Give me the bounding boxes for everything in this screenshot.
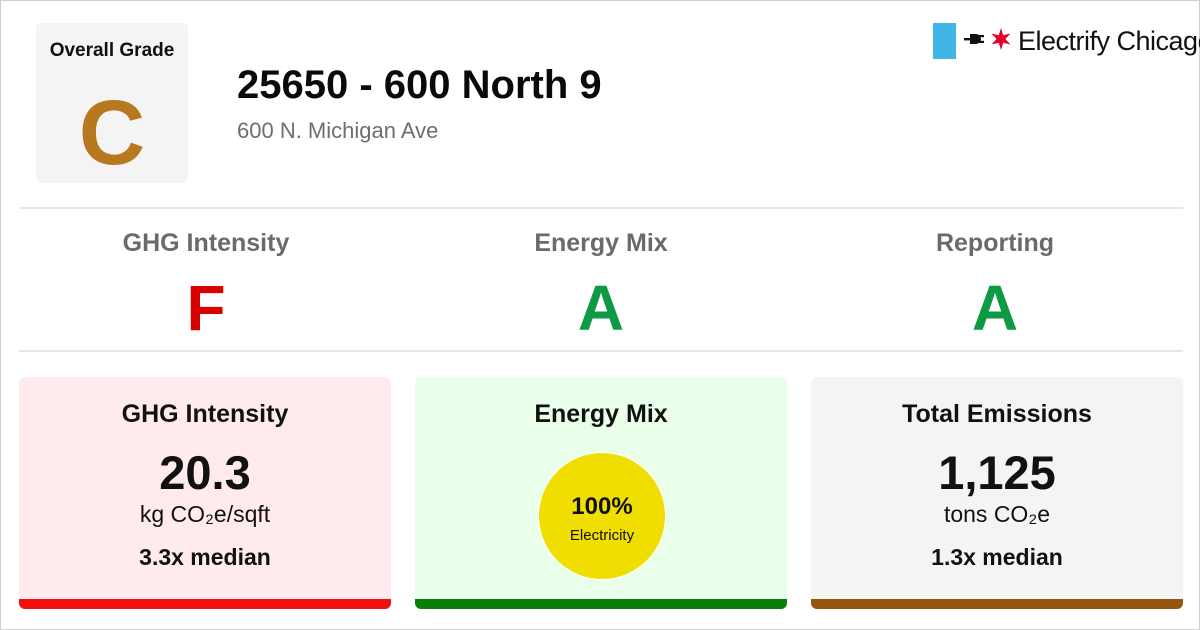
card-color-bar [19,599,391,609]
energy-mix-fuel: Electricity [569,527,635,544]
card-title: GHG Intensity [121,400,289,428]
subgrade-ghg-intensity: GHG Intensity F [9,226,403,344]
building-title: 25650 - 600 North 9 [237,63,602,107]
building-address: 600 N. Michigan Ave [237,118,439,143]
subgrade-letter: F [186,272,226,344]
ghg-intensity-median: 3.3x median [139,544,271,570]
total-emissions-value: 1,125 [938,446,1056,499]
subgrades-divider [19,350,1183,352]
logo-text: Electrify Chicago [1018,25,1200,56]
subgrade-label: Reporting [935,229,1055,257]
ghg-intensity-value: 20.3 [159,446,251,499]
plug-icon [964,31,986,52]
card-title: Total Emissions [902,400,1092,428]
energy-mix-percent: 100% [571,493,633,520]
card-color-bar [811,599,1183,609]
card-title: Energy Mix [534,400,668,428]
energy-mix-card: Energy Mix 100% Electricity [415,377,787,609]
subgrade-reporting: Reporting A [798,226,1192,344]
total-emissions-median: 1.3x median [931,544,1063,570]
flag-stripe-icon [933,23,956,59]
ghg-intensity-card: GHG Intensity 20.3 kg CO₂e/sqft 3.3x med… [19,377,391,609]
overall-grade-box: Overall Grade C [36,23,188,183]
subgrade-letter: A [971,272,1019,344]
energy-mix-pie: 100% Electricity [538,452,666,580]
header-divider [19,207,1183,209]
total-emissions-card: Total Emissions 1,125 tons CO₂e 1.3x med… [811,377,1183,609]
overall-grade-label: Overall Grade [49,40,175,61]
ghg-intensity-unit: kg CO₂e/sqft [139,501,271,527]
card-color-bar [415,599,787,609]
subgrade-energy-mix: Energy Mix A [404,226,798,344]
subgrade-label: GHG Intensity [122,229,290,257]
subgrade-label: Energy Mix [534,229,668,257]
total-emissions-unit: tons CO₂e [943,501,1051,527]
six-pointed-star-icon [990,27,1012,55]
subgrade-letter: A [577,272,625,344]
overall-grade-letter: C [78,82,146,184]
card-frame: Overall Grade C 25650 - 600 North 9 600 … [0,0,1200,630]
electrify-chicago-logo[interactable]: Electrify Chicago [933,23,1200,59]
